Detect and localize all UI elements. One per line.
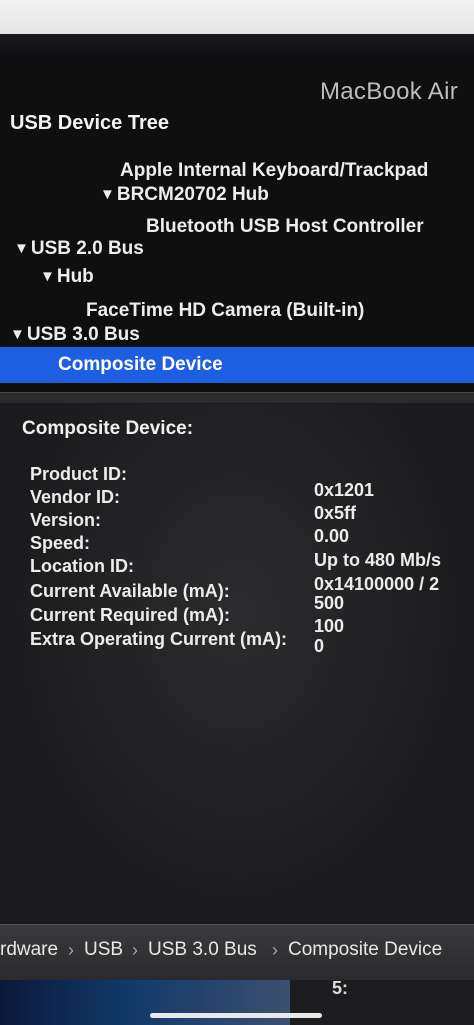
disclosure-triangle-icon[interactable]: ▼: [40, 262, 55, 292]
tree-item-label: USB 3.0 Bus: [26, 324, 140, 345]
speed-value: Up to 480 Mb/s: [314, 550, 442, 570]
disclosure-triangle-icon[interactable]: ▼: [100, 180, 115, 210]
tree-item-hub[interactable]: ▼ Hub: [40, 262, 94, 292]
vendor-id-value: 0x5ff: [314, 503, 357, 523]
path-bar: rdware › USB › USB 3.0 Bus › Composite D…: [0, 924, 474, 981]
version-label: Version:: [30, 510, 102, 530]
machine-name: MacBook Air: [319, 78, 458, 105]
title-bar: [0, 0, 474, 63]
tree-item-label: Hub: [56, 266, 94, 287]
crumb-composite-device[interactable]: Composite Device: [288, 939, 442, 961]
tree-header: USB Device Tree: [10, 112, 169, 134]
tree-item-usb-2-bus[interactable]: ▼ USB 2.0 Bus: [14, 234, 144, 264]
extra-operating-current-label: Extra Operating Current (mA):: [30, 629, 288, 649]
tree-item-usb-3-bus[interactable]: ▼ USB 3.0 Bus: [10, 320, 140, 350]
partial-text: 5:: [332, 978, 349, 998]
tree-item-label: USB 2.0 Bus: [30, 238, 144, 259]
current-available-label: Current Available (mA):: [30, 581, 230, 601]
tree-item-bluetooth-controller[interactable]: Bluetooth USB Host Controller: [146, 212, 424, 242]
location-id-label: Location ID:: [30, 556, 134, 576]
extra-operating-current-value: 0: [314, 636, 325, 656]
current-required-label: Current Required (mA):: [30, 605, 231, 625]
vendor-id-label: Vendor ID:: [30, 487, 121, 507]
tree-item-brcm-hub[interactable]: ▼ BRCM20702 Hub: [100, 180, 269, 210]
tree-item-label: FaceTime HD Camera (Built-in): [86, 300, 365, 321]
tree-item-label: BRCM20702 Hub: [116, 184, 269, 205]
speed-label: Speed:: [30, 533, 91, 553]
toolbar-edge: [0, 34, 474, 62]
chevron-right-icon: ›: [132, 940, 138, 960]
split-divider[interactable]: [0, 392, 474, 404]
chevron-right-icon: ›: [68, 940, 74, 960]
disclosure-triangle-icon[interactable]: ▼: [10, 320, 25, 350]
current-required-value: 100: [314, 616, 345, 636]
tree-item-label: Apple Internal Keyboard/Trackpad: [120, 160, 429, 181]
detail-title: Composite Device:: [22, 418, 194, 439]
crumb-hardware[interactable]: rdware: [0, 939, 58, 961]
crumb-usb-3-bus[interactable]: USB 3.0 Bus: [148, 939, 257, 961]
chevron-right-icon: ›: [272, 940, 278, 960]
current-available-value: 500: [314, 593, 345, 613]
version-value: 0.00: [314, 526, 350, 546]
product-id-label: Product ID:: [30, 464, 127, 484]
tree-item-composite-device[interactable]: Composite Device: [0, 347, 474, 383]
tree-item-label: Composite Device: [58, 354, 223, 375]
product-id-value: 0x1201: [314, 480, 375, 500]
home-indicator: [150, 1013, 322, 1018]
desktop-background: [0, 980, 290, 1025]
disclosure-triangle-icon[interactable]: ▼: [14, 234, 29, 264]
tree-item-label: Bluetooth USB Host Controller: [146, 216, 424, 237]
crumb-usb[interactable]: USB: [84, 939, 123, 961]
